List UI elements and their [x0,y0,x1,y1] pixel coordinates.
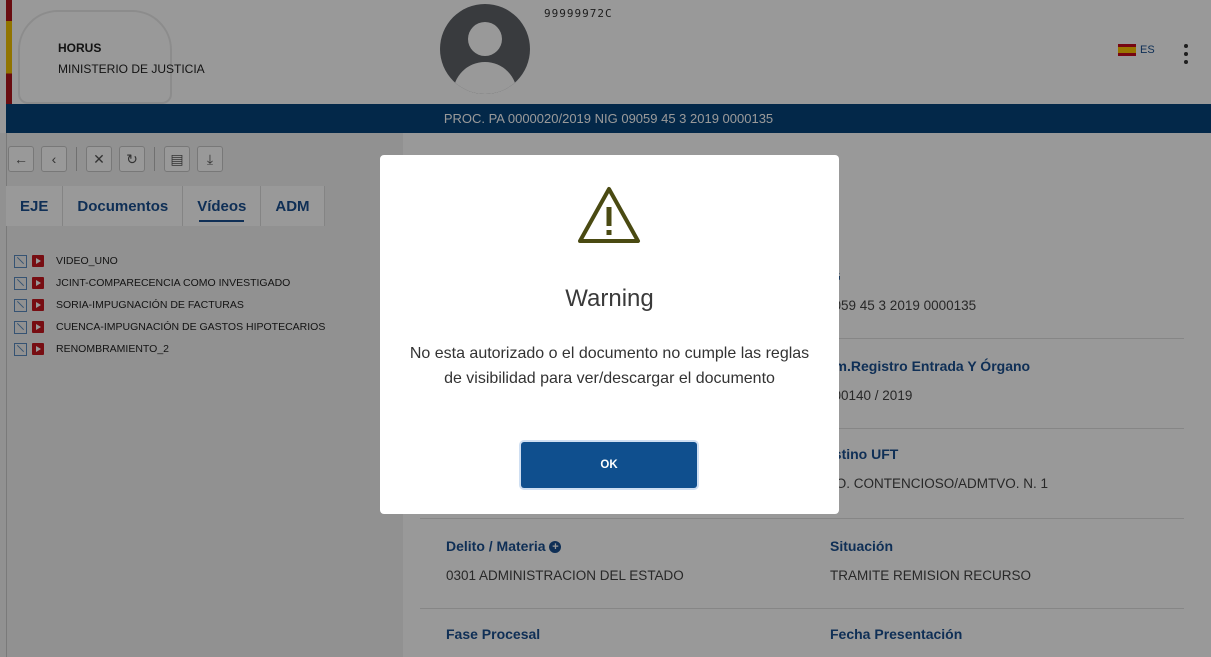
dialog-title: Warning [565,285,654,312]
dialog-message: No esta autorizado o el documento no cum… [409,345,810,387]
warning-dialog: Warning No esta autorizado o el document… [380,155,839,514]
warning-triangle-icon [578,187,640,243]
ok-button[interactable]: OK [521,442,697,488]
